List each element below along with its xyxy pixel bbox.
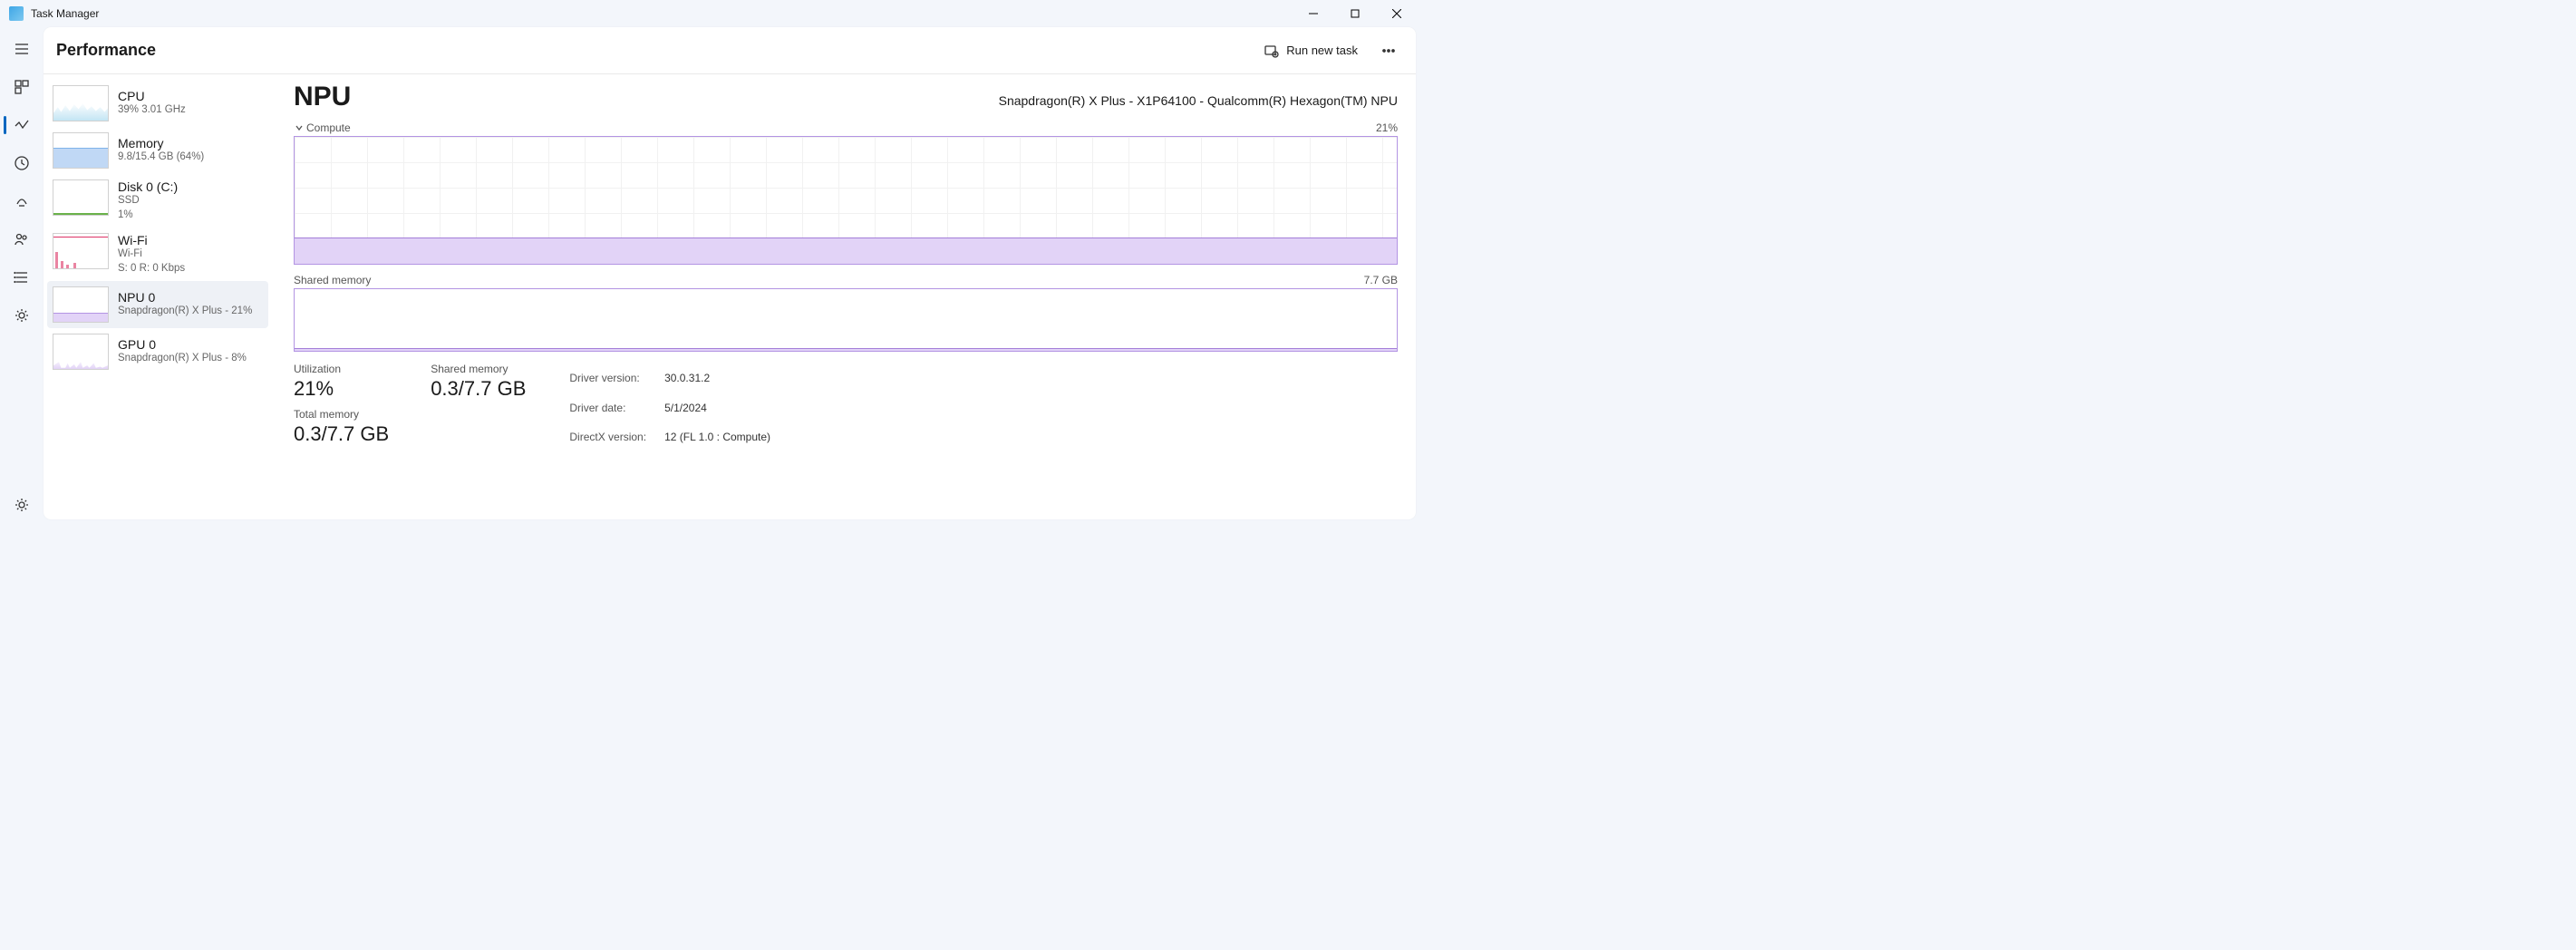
maximize-button[interactable] xyxy=(1334,0,1376,27)
compute-chart-area xyxy=(295,238,1397,264)
stats-row: Utilization 21% Total memory 0.3/7.7 GB … xyxy=(294,363,1398,453)
sidebar-item-label: Disk 0 (C:) xyxy=(118,179,178,194)
shared-memory-label: Shared memory xyxy=(431,363,526,375)
nav-performance[interactable] xyxy=(4,107,40,143)
sidebar-item-label: Memory xyxy=(118,136,204,150)
table-row: Driver date:5/1/2024 xyxy=(569,394,770,422)
detail-header: NPU Snapdragon(R) X Plus - X1P64100 - Qu… xyxy=(294,82,1398,112)
stat-col-left: Utilization 21% Total memory 0.3/7.7 GB xyxy=(294,363,389,453)
detail-pane: NPU Snapdragon(R) X Plus - X1P64100 - Qu… xyxy=(272,74,1416,519)
hamburger-button[interactable] xyxy=(4,31,40,67)
nav-rail xyxy=(0,27,44,523)
stat-col-mid: Shared memory 0.3/7.7 GB xyxy=(431,363,526,453)
nav-startup-apps[interactable] xyxy=(4,183,40,219)
chevron-down-icon[interactable] xyxy=(294,122,305,133)
sidebar-item-sub: 9.8/15.4 GB (64%) xyxy=(118,150,204,165)
sidebar-item-sub: Snapdragon(R) X Plus - 8% xyxy=(118,352,247,366)
ellipsis-icon xyxy=(1381,44,1396,58)
run-new-task-button[interactable]: Run new task xyxy=(1259,40,1363,62)
page-header: Performance Run new task xyxy=(44,27,1416,74)
driver-version-label: Driver version: xyxy=(569,364,663,393)
sidebar-item-memory[interactable]: Memory 9.8/15.4 GB (64%) xyxy=(47,127,268,174)
cpu-thumb-chart xyxy=(53,85,109,121)
sidebar-item-sub: 39% 3.01 GHz xyxy=(118,103,186,118)
sidebar-item-disk[interactable]: Disk 0 (C:) SSD 1% xyxy=(47,174,268,228)
nav-services[interactable] xyxy=(4,297,40,334)
sidebar-item-npu[interactable]: NPU 0 Snapdragon(R) X Plus - 21% xyxy=(47,281,268,328)
window-controls xyxy=(1293,0,1418,27)
titlebar: Task Manager xyxy=(0,0,1419,27)
sidebar-item-sub: Wi-Fi S: 0 R: 0 Kbps xyxy=(118,247,185,276)
more-button[interactable] xyxy=(1374,36,1403,65)
minimize-button[interactable] xyxy=(1293,0,1334,27)
compute-chart-label: Compute xyxy=(306,121,351,134)
table-row: DirectX version:12 (FL 1.0 : Compute) xyxy=(569,423,770,451)
utilization-value: 21% xyxy=(294,377,389,401)
nav-settings[interactable] xyxy=(4,487,40,523)
nav-processes[interactable] xyxy=(4,69,40,105)
total-memory-label: Total memory xyxy=(294,408,389,421)
shared-memory-chart-right: 7.7 GB xyxy=(1364,274,1398,286)
sidebar-item-wifi[interactable]: Wi-Fi Wi-Fi S: 0 R: 0 Kbps xyxy=(47,228,268,281)
table-row: Driver version:30.0.31.2 xyxy=(569,364,770,393)
npu-thumb-chart xyxy=(53,286,109,323)
driver-info-table: Driver version:30.0.31.2 Driver date:5/1… xyxy=(567,363,772,453)
shared-memory-value: 0.3/7.7 GB xyxy=(431,377,526,401)
nav-users[interactable] xyxy=(4,221,40,257)
page-title: Performance xyxy=(56,41,156,60)
compute-chart-right: 21% xyxy=(1376,121,1398,134)
app-icon xyxy=(9,6,24,21)
sidebar-item-label: GPU 0 xyxy=(118,337,247,352)
sidebar-item-label: NPU 0 xyxy=(118,290,252,305)
directx-version-label: DirectX version: xyxy=(569,423,663,451)
main-card: Performance Run new task CPU 39% 3.0 xyxy=(44,27,1416,519)
shared-memory-chart-block: Shared memory 7.7 GB xyxy=(294,274,1398,352)
app-title: Task Manager xyxy=(31,7,99,20)
driver-date-value: 5/1/2024 xyxy=(664,394,770,422)
compute-chart-block: Compute 21% xyxy=(294,121,1398,265)
directx-version-value: 12 (FL 1.0 : Compute) xyxy=(664,423,770,451)
compute-chart xyxy=(294,136,1398,265)
utilization-label: Utilization xyxy=(294,363,389,375)
close-button[interactable] xyxy=(1376,0,1418,27)
sidebar-item-sub: SSD 1% xyxy=(118,194,178,222)
driver-date-label: Driver date: xyxy=(569,394,663,422)
disk-thumb-chart xyxy=(53,179,109,216)
total-memory-value: 0.3/7.7 GB xyxy=(294,422,389,446)
performance-sidebar: CPU 39% 3.01 GHz Memory 9.8/15.4 GB (64%… xyxy=(44,74,272,519)
wifi-thumb-chart xyxy=(53,233,109,269)
sidebar-item-cpu[interactable]: CPU 39% 3.01 GHz xyxy=(47,80,268,127)
shared-memory-chart-label: Shared memory xyxy=(294,274,371,286)
gpu-thumb-chart xyxy=(53,334,109,370)
shared-memory-chart xyxy=(294,288,1398,352)
sidebar-item-label: CPU xyxy=(118,89,186,103)
sidebar-item-gpu[interactable]: GPU 0 Snapdragon(R) X Plus - 8% xyxy=(47,328,268,375)
detail-heading: NPU xyxy=(294,82,351,112)
driver-version-value: 30.0.31.2 xyxy=(664,364,770,393)
sidebar-item-sub: Snapdragon(R) X Plus - 21% xyxy=(118,305,252,319)
nav-app-history[interactable] xyxy=(4,145,40,181)
shared-memory-chart-area xyxy=(295,348,1397,351)
device-name: Snapdragon(R) X Plus - X1P64100 - Qualco… xyxy=(999,93,1398,108)
run-task-icon xyxy=(1264,44,1279,58)
nav-details[interactable] xyxy=(4,259,40,296)
memory-thumb-chart xyxy=(53,132,109,169)
run-new-task-label: Run new task xyxy=(1286,44,1358,57)
sidebar-item-label: Wi-Fi xyxy=(118,233,185,247)
